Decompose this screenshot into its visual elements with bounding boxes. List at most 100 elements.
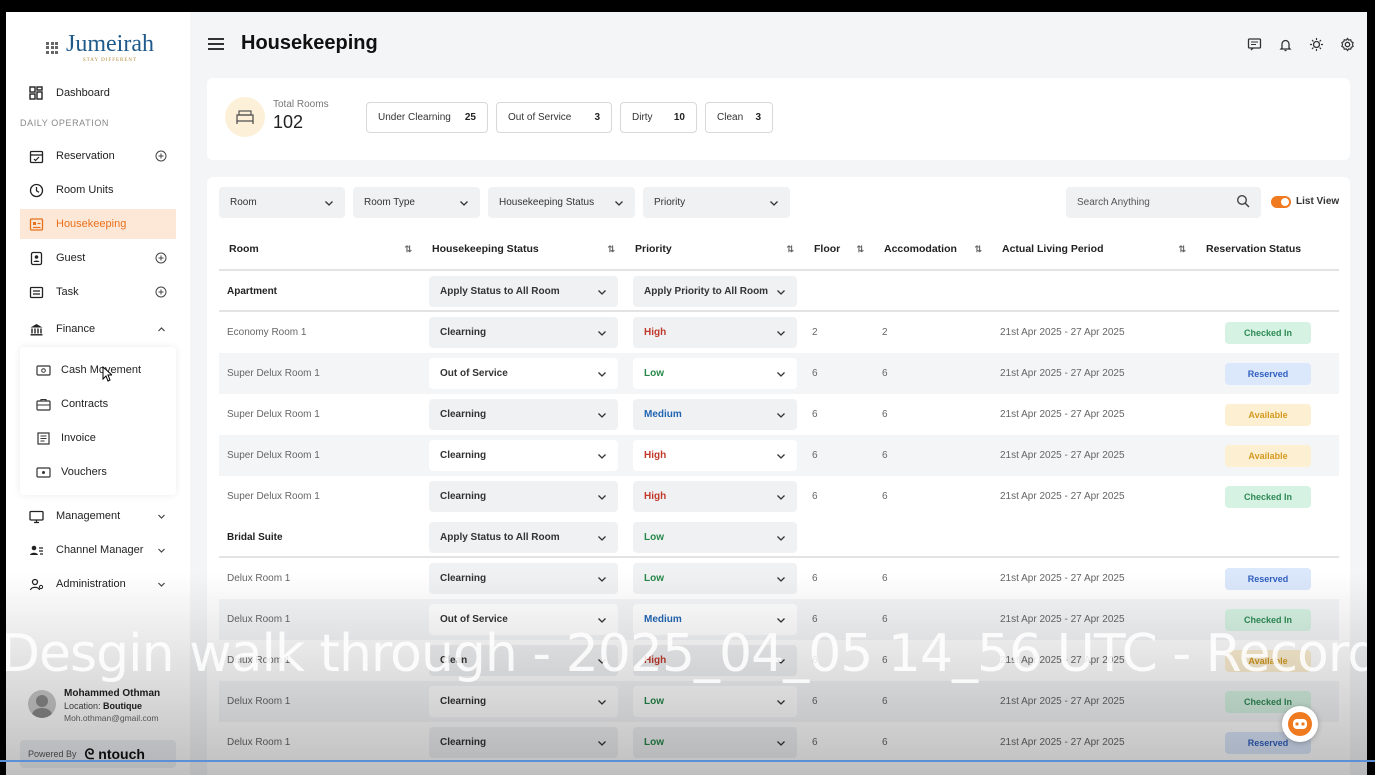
sort-icon[interactable]: ⇅ (404, 244, 412, 255)
chevron-down-icon[interactable] (154, 577, 168, 591)
sort-icon[interactable]: ⇅ (974, 244, 982, 255)
filter-room[interactable]: Room (219, 187, 345, 218)
add-circle-icon[interactable] (154, 149, 168, 163)
column-header-priority[interactable]: Priority ⇅ (625, 229, 804, 271)
stat-clean[interactable]: Clean 3 (705, 102, 773, 133)
chat-icon[interactable] (1246, 36, 1262, 52)
sidebar-item-finance[interactable]: Finance (20, 314, 176, 344)
column-header-housekeeping-status[interactable]: Housekeeping Status ⇅ (422, 229, 625, 271)
powered-by-label: Powered By (28, 749, 77, 759)
stat-out-of-service[interactable]: Out of Service 3 (496, 102, 612, 133)
priority-dropdown[interactable]: Low (633, 358, 797, 389)
chevron-down-icon (776, 615, 786, 625)
sort-icon[interactable]: ⇅ (786, 244, 794, 255)
column-header-reservation-status[interactable]: Reservation Status (1196, 229, 1339, 271)
column-header-accomodation[interactable]: Accomodation ⇅ (874, 229, 992, 271)
avatar[interactable] (28, 690, 56, 718)
search-icon[interactable] (1236, 194, 1250, 211)
priority-dropdown[interactable]: High (633, 481, 797, 512)
room-name: Delux Room 1 (227, 573, 291, 584)
chatbot-button[interactable] (1282, 706, 1318, 742)
column-header-room[interactable]: Room ⇅ (219, 229, 422, 271)
submenu-item-cash-movement[interactable]: Cash Movement (20, 355, 176, 385)
reservation-status-badge[interactable]: Available (1225, 404, 1311, 426)
filter-priority[interactable]: Priority (643, 187, 790, 218)
dropdown-value: Apply Status to All Room (440, 286, 560, 297)
sidebar-item-channel-manager[interactable]: Channel Manager (20, 535, 176, 565)
chevron-down-icon[interactable] (154, 509, 168, 523)
chevron-down-icon (776, 697, 786, 707)
stat-dirty[interactable]: Dirty 10 (620, 102, 697, 133)
gear-icon[interactable] (1339, 36, 1355, 52)
dropdown-value: Out of Service (440, 368, 508, 379)
filter-label: Priority (654, 197, 686, 208)
priority-dropdown[interactable]: Low (633, 563, 797, 594)
logo[interactable]: Jumeirah STAY DIFFERENT (46, 32, 154, 63)
living-period: 21st Apr 2025 - 27 Apr 2025 (1000, 737, 1125, 748)
dropdown-value: Clearning (440, 696, 487, 707)
housekeeping-status-dropdown[interactable]: Apply Status to All Room (429, 276, 618, 307)
housekeeping-status-dropdown[interactable]: Clearning (429, 727, 618, 758)
priority-dropdown[interactable]: Medium (633, 399, 797, 430)
floor-value: 6 (812, 368, 818, 379)
column-header-actual-living-period[interactable]: Actual Living Period ⇅ (992, 229, 1196, 271)
housekeeping-status-dropdown[interactable]: Clearning (429, 481, 618, 512)
reservation-status-badge[interactable]: Reserved (1225, 363, 1311, 385)
submenu-item-invoice[interactable]: Invoice (20, 423, 176, 453)
column-header-floor[interactable]: Floor ⇅ (804, 229, 874, 271)
user-profile[interactable]: Mohammed Othman Location: Boutique Moh.o… (28, 688, 160, 723)
submenu-item-vouchers[interactable]: Vouchers (20, 457, 176, 487)
top-header: Housekeeping (190, 12, 1367, 78)
housekeeping-status-dropdown[interactable]: Clearning (429, 686, 618, 717)
sort-icon[interactable]: ⇅ (856, 244, 864, 255)
sort-icon[interactable]: ⇅ (607, 244, 615, 255)
priority-dropdown[interactable]: Low (633, 727, 797, 758)
priority-dropdown[interactable]: Low (633, 686, 797, 717)
filter-room-type[interactable]: Room Type (353, 187, 480, 218)
priority-dropdown[interactable]: Apply Priority to All Room (633, 276, 797, 307)
sidebar-item-guest[interactable]: Guest (20, 243, 176, 273)
location-label: Location: (64, 701, 101, 711)
dropdown-value: Clearning (440, 327, 487, 338)
reservation-status-badge[interactable]: Checked In (1225, 486, 1311, 508)
add-circle-icon[interactable] (154, 251, 168, 265)
reservation-status-badge[interactable]: Available (1225, 445, 1311, 467)
chevron-down-icon[interactable] (154, 543, 168, 557)
table-row: Delux Room 1 Clearning Low 6 6 21st Apr 2025 … (219, 681, 1339, 722)
priority-dropdown[interactable]: Low (633, 522, 797, 553)
sidebar-item-administration[interactable]: Administration (20, 569, 176, 599)
recording-watermark: Desgin walk through - 2025_04_05 14_56 U… (6, 624, 1367, 684)
housekeeping-status-dropdown[interactable]: Clearning (429, 317, 618, 348)
list-view-toggle[interactable] (1271, 196, 1291, 208)
bell-icon[interactable] (1277, 36, 1293, 52)
search-input[interactable]: Search Anything (1066, 187, 1261, 218)
sidebar-item-reservation[interactable]: Reservation (20, 141, 176, 171)
chevron-up-icon[interactable] (154, 322, 168, 336)
reservation-status-badge[interactable]: Reserved (1225, 568, 1311, 590)
priority-dropdown[interactable]: High (633, 440, 797, 471)
bed-icon (225, 97, 265, 137)
sidebar-item-task[interactable]: Task (20, 277, 176, 307)
apps-grid-icon[interactable] (46, 41, 58, 54)
sun-icon[interactable] (1308, 36, 1324, 52)
living-period: 21st Apr 2025 - 27 Apr 2025 (1000, 696, 1125, 707)
housekeeping-status-dropdown[interactable]: Clearning (429, 399, 618, 430)
housekeeping-status-dropdown[interactable]: Out of Service (429, 358, 618, 389)
sidebar-item-room-units[interactable]: Room Units (20, 175, 176, 205)
sidebar-item-management[interactable]: Management (20, 501, 176, 531)
search-placeholder: Search Anything (1077, 197, 1150, 208)
housekeeping-status-dropdown[interactable]: Apply Status to All Room (429, 522, 618, 553)
sort-icon[interactable]: ⇅ (1178, 244, 1186, 255)
housekeeping-status-dropdown[interactable]: Clearning (429, 440, 618, 471)
priority-dropdown[interactable]: High (633, 317, 797, 348)
reservation-status-badge[interactable]: Checked In (1225, 322, 1311, 344)
filter-housekeeping-status[interactable]: Housekeeping Status (488, 187, 635, 218)
housekeeping-status-dropdown[interactable]: Clearning (429, 563, 618, 594)
add-circle-icon[interactable] (154, 285, 168, 299)
stat-under-cleaning[interactable]: Under Clearning 25 (366, 102, 488, 133)
submenu-item-contracts[interactable]: Contracts (20, 389, 176, 419)
stat-label: Dirty (632, 112, 653, 123)
sidebar-item-dashboard[interactable]: Dashboard (20, 78, 176, 108)
sidebar-item-housekeeping[interactable]: Housekeeping (20, 209, 176, 239)
menu-toggle-icon[interactable] (208, 38, 224, 50)
